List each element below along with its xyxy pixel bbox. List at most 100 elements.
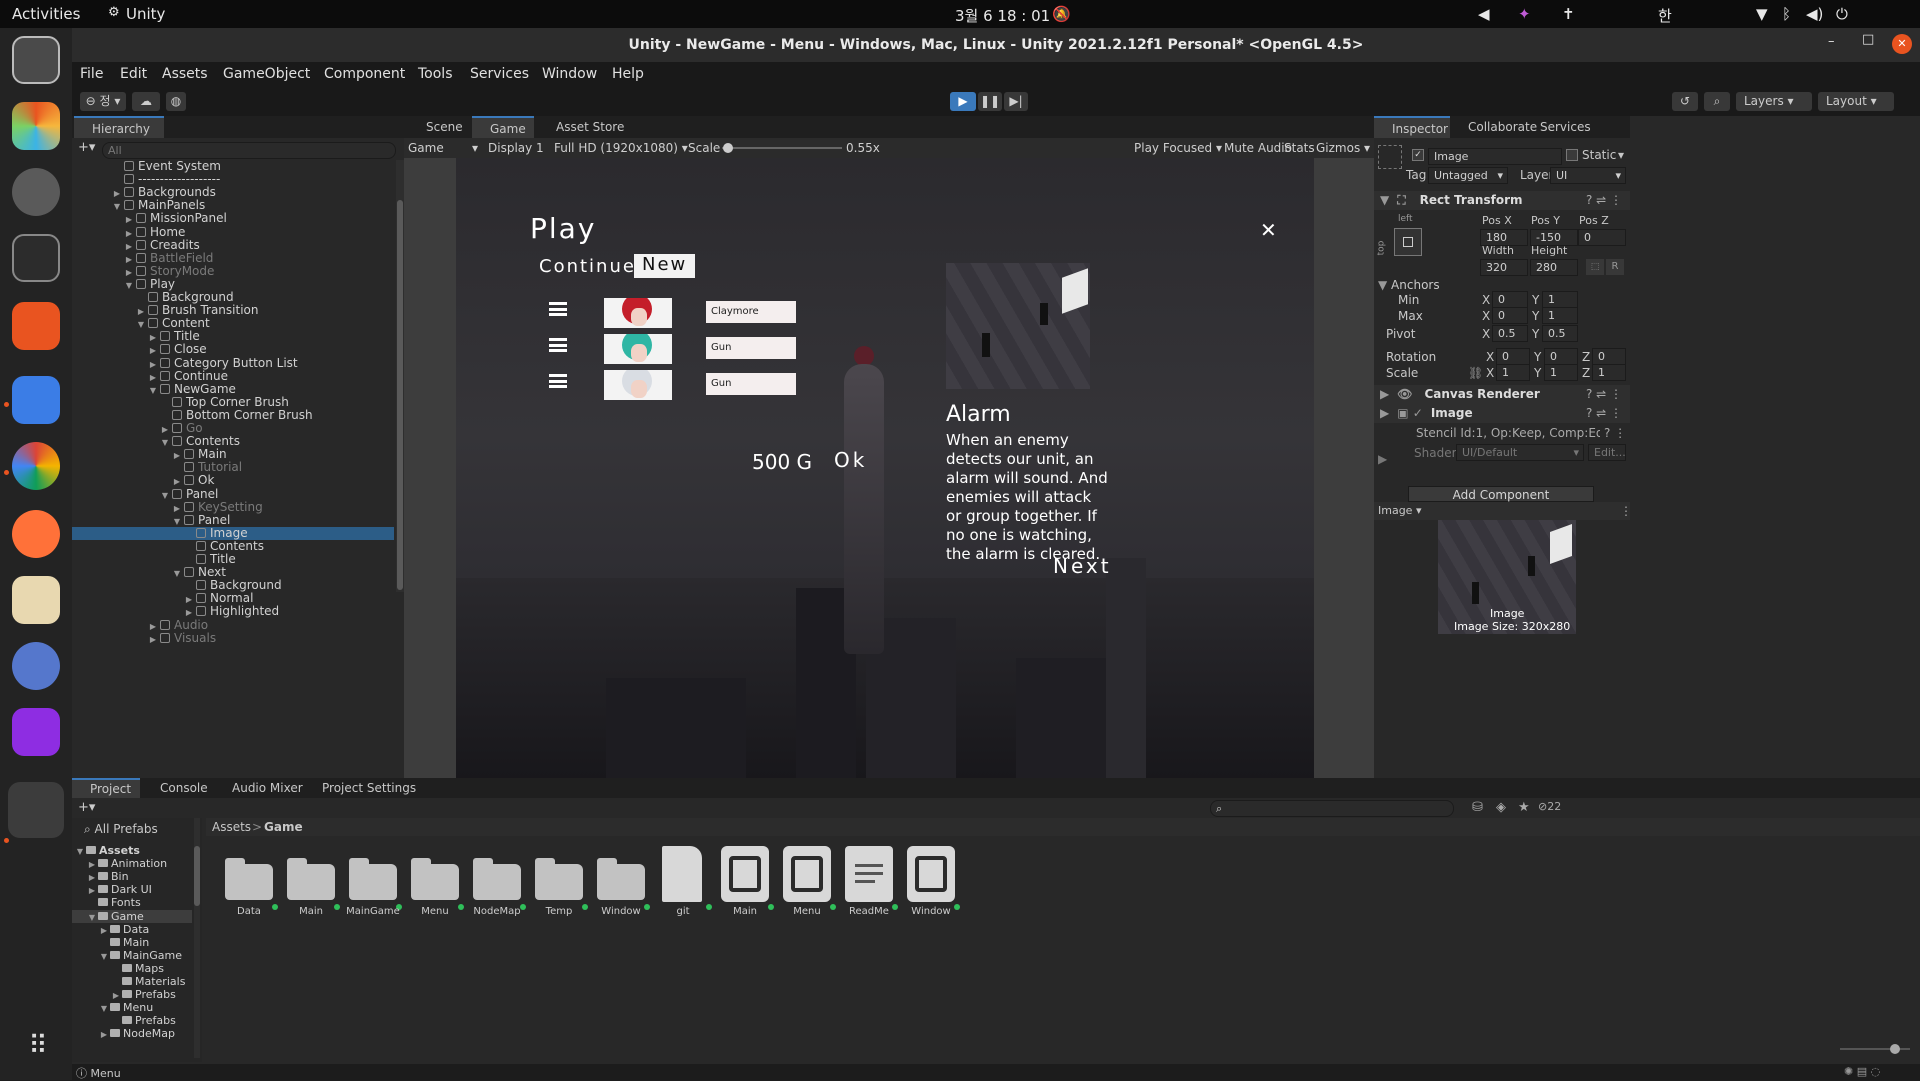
hierarchy-item[interactable]: ▼ Panel: [72, 487, 394, 502]
expand-arrow-icon[interactable]: ▶: [72, 620, 160, 633]
anchor-min-y-field[interactable]: 1: [1542, 291, 1578, 308]
tree-scrollbar[interactable]: [194, 818, 200, 1058]
project-folder-item[interactable]: ▶ Prefabs: [72, 988, 192, 1001]
image-component-header[interactable]: ▶ ▣ ✓ Image? ⇌ ⋮: [1374, 404, 1630, 423]
pause-button[interactable]: ❚❚: [978, 92, 1002, 111]
scale-slider[interactable]: [722, 143, 842, 153]
scale-z-field[interactable]: 1: [1592, 364, 1626, 381]
shader-edit-button[interactable]: Edit...: [1588, 444, 1626, 461]
tab-asset-store[interactable]: Asset Store: [538, 116, 628, 138]
breadcrumb-game[interactable]: Game: [264, 820, 303, 834]
menu-gameobject[interactable]: GameObject: [223, 66, 310, 82]
shader-dropdown[interactable]: UI/Default ▾: [1456, 444, 1584, 461]
activities-button[interactable]: Activities: [12, 5, 80, 23]
project-folder-item[interactable]: ▼ Game: [72, 909, 192, 923]
hierarchy-item[interactable]: ▶ Continue: [72, 369, 394, 384]
expand-arrow-icon[interactable]: ▼: [72, 384, 160, 397]
filter-label-icon[interactable]: ◈: [1496, 800, 1506, 815]
width-field[interactable]: 320: [1480, 259, 1528, 276]
hierarchy-item[interactable]: ▼ Next: [72, 566, 394, 579]
accessibility-icon[interactable]: ✝: [1562, 5, 1575, 23]
menu-services[interactable]: Services: [470, 66, 529, 82]
clock[interactable]: 3월 6 18 : 01: [955, 5, 1050, 26]
project-folder-item[interactable]: Materials: [72, 975, 192, 988]
hierarchy-item[interactable]: ▶ KeySetting: [72, 500, 394, 514]
tab-console[interactable]: Console: [142, 778, 214, 798]
menu-help[interactable]: Help: [612, 66, 644, 82]
weapon-slot[interactable]: Claymore: [706, 301, 796, 323]
object-name-field[interactable]: Image: [1428, 148, 1562, 165]
hierarchy-item[interactable]: ▼ NewGame: [72, 382, 394, 397]
wifi-icon[interactable]: ▼: [1756, 5, 1768, 23]
krita-app-icon[interactable]: [12, 642, 60, 690]
expand-arrow-icon[interactable]: ▼: [72, 489, 172, 502]
static-dropdown-icon[interactable]: ▾: [1618, 148, 1624, 162]
layout-dropdown[interactable]: Layout ▾: [1818, 92, 1894, 111]
screenshare-icon[interactable]: ◀: [1478, 5, 1490, 23]
constrain-proportions-icon[interactable]: ⛓: [1468, 366, 1483, 380]
project-folder-item[interactable]: ▼ MainGame: [72, 949, 192, 962]
close-window-icon[interactable]: ✕: [1892, 34, 1912, 54]
hierarchy-item[interactable]: ▼ Content: [72, 317, 394, 330]
expand-arrow-icon[interactable]: ▶: [72, 266, 136, 279]
step-button[interactable]: ▶|: [1004, 92, 1028, 111]
color-picker-icon[interactable]: ✦: [1518, 5, 1531, 23]
hierarchy-item[interactable]: ▼ Panel: [72, 513, 394, 528]
hierarchy-item[interactable]: Top Corner Brush: [72, 395, 394, 409]
expand-arrow-icon[interactable]: ▶: [72, 331, 160, 344]
project-search-input[interactable]: ⌕: [1210, 800, 1454, 817]
expand-arrow-icon[interactable]: ▶: [72, 213, 136, 226]
anchors-foldout[interactable]: ▼ Anchors: [1378, 278, 1440, 292]
tab-scene[interactable]: Scene: [408, 116, 470, 138]
hierarchy-item[interactable]: ▼ Contents: [72, 435, 394, 448]
project-folder-item[interactable]: ▶ Data: [72, 923, 192, 936]
hierarchy-item[interactable]: ▶ Brush Transition: [72, 304, 394, 317]
expand-arrow-icon[interactable]: ▼: [72, 515, 184, 528]
expand-arrow-icon[interactable]: ▶: [72, 593, 196, 606]
project-folder-item[interactable]: ▼ Menu: [72, 1001, 192, 1014]
new-tab[interactable]: New: [634, 254, 696, 278]
screenshot-app-icon[interactable]: [12, 36, 60, 84]
show-apps-icon[interactable]: ⠿: [18, 1026, 58, 1066]
hierarchy-item[interactable]: Event System: [72, 160, 394, 173]
asset-item[interactable]: Menu: [778, 844, 836, 917]
menu-component[interactable]: Component: [324, 66, 405, 82]
hierarchy-item[interactable]: Image: [72, 526, 394, 540]
expand-arrow-icon[interactable]: ▶: [72, 371, 160, 384]
anchor-preset-button[interactable]: [1394, 228, 1422, 256]
hierarchy-item[interactable]: ▶ Title: [72, 330, 394, 343]
expand-arrow-icon[interactable]: ▶: [72, 423, 172, 436]
expand-arrow-icon[interactable]: ▶: [72, 989, 122, 1002]
expand-arrow-icon[interactable]: ▶: [72, 449, 184, 462]
add-object-icon[interactable]: +▾: [78, 140, 95, 155]
canvas-renderer-header[interactable]: ▶ 👁 Canvas Renderer? ⇌ ⋮: [1374, 385, 1630, 404]
hierarchy-item[interactable]: Background: [72, 579, 394, 592]
mute-audio-toggle[interactable]: Mute Audio: [1224, 141, 1292, 155]
expand-arrow-icon[interactable]: ▶: [72, 858, 98, 871]
hierarchy-item[interactable]: ▶ Go: [72, 422, 394, 435]
expand-arrow-icon[interactable]: ▶: [72, 1028, 110, 1041]
expand-arrow-icon[interactable]: ▶: [72, 475, 184, 488]
expand-arrow-icon[interactable]: ▼: [72, 436, 172, 449]
height-field[interactable]: 280: [1530, 259, 1578, 276]
rect-transform-header[interactable]: ▼ ⛶ Rect Transform? ⇌ ⋮: [1374, 191, 1630, 210]
tab-collaborate[interactable]: Collaborate: [1450, 116, 1537, 138]
minimize-icon[interactable]: –: [1828, 34, 1835, 49]
game-viewport[interactable]: Play Continue New ✕ Claymore Gun Gun 500 G…: [404, 158, 1374, 778]
hierarchy-item[interactable]: ▶ Creadits: [72, 238, 394, 252]
hierarchy-item[interactable]: ▶ Highlighted: [72, 605, 394, 618]
power-icon[interactable]: ⏻: [1836, 5, 1848, 23]
character-portrait[interactable]: [604, 298, 672, 328]
asset-item[interactable]: ReadMe: [840, 844, 898, 917]
rotation-y-field[interactable]: 0: [1544, 348, 1578, 365]
asset-item[interactable]: git: [654, 844, 712, 917]
anchor-max-x-field[interactable]: 0: [1492, 307, 1528, 324]
scale-y-field[interactable]: 1: [1544, 364, 1578, 381]
hierarchy-item[interactable]: ▶ MissionPanel: [72, 212, 394, 225]
asset-item[interactable]: MainGame: [344, 844, 402, 917]
asset-item[interactable]: Temp: [530, 844, 588, 917]
hierarchy-scrollbar[interactable]: [396, 160, 404, 592]
tab-audio-mixer[interactable]: Audio Mixer: [214, 778, 304, 798]
asset-item[interactable]: NodeMap: [468, 844, 526, 917]
stencil-help-icon[interactable]: ? ⋮: [1604, 426, 1626, 440]
